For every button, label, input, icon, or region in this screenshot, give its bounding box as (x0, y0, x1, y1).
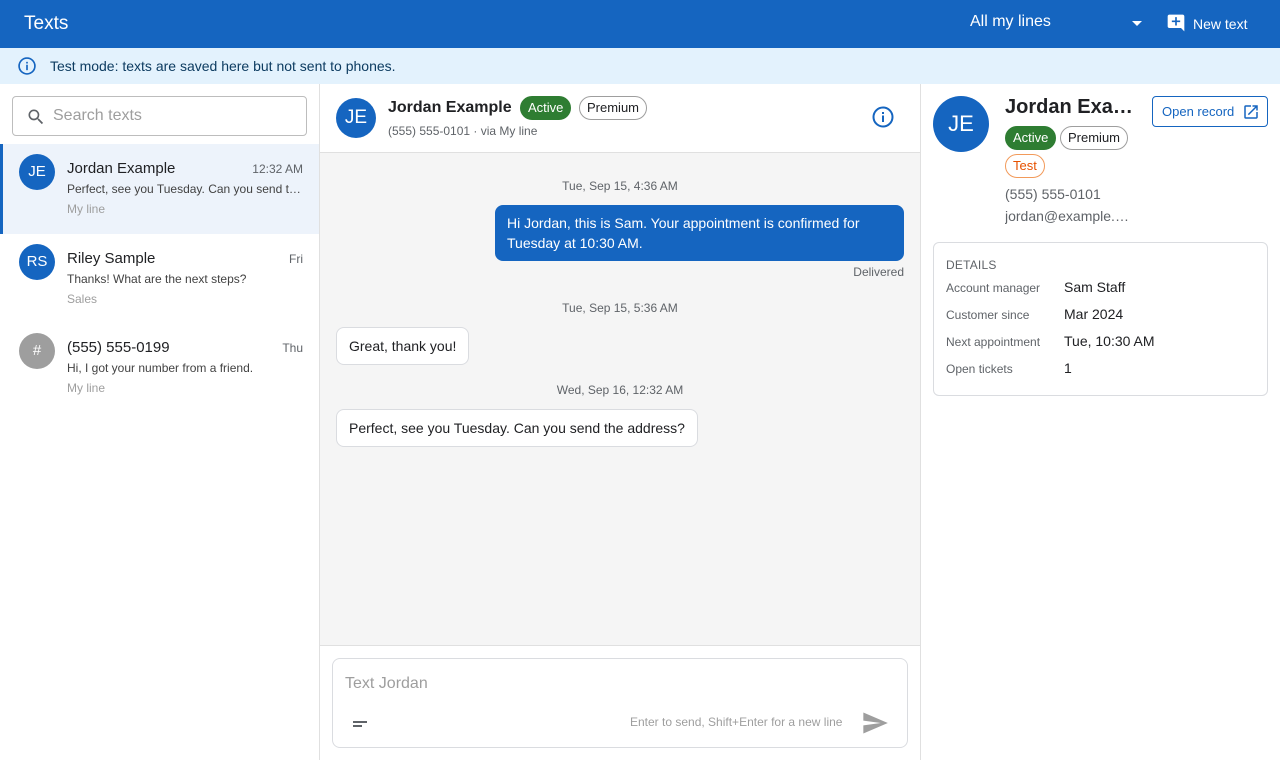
conversation-line: My line (67, 202, 106, 216)
info-icon (18, 57, 36, 75)
conversation-line: Sales (67, 292, 98, 306)
conversation-item-unknown-number[interactable]: # (555) 555-0199 Thu Hi, I got your numb… (0, 323, 319, 413)
message-incoming: Great, thank you! (336, 327, 470, 365)
composer-hint: Enter to send, Shift+Enter for a new lin… (630, 715, 843, 729)
date-separator: Wed, Sep 16, 12:32 AM (556, 383, 684, 397)
send-icon[interactable] (861, 709, 889, 737)
avatar: RS (19, 244, 55, 280)
search-box (12, 96, 307, 136)
delivery-status: Delivered (853, 265, 904, 279)
line-selector-value: All my lines (970, 13, 1051, 30)
avatar: JE (19, 154, 55, 190)
avatar: JE (336, 98, 376, 138)
short-text-icon[interactable] (349, 715, 371, 731)
conversation-name: (555) 555-0199 (67, 339, 170, 356)
contact-name: Jordan Example (1005, 96, 1137, 118)
info-icon[interactable] (871, 105, 895, 129)
detail-label: Customer since (946, 308, 1030, 322)
conversation-line: My line (67, 381, 106, 395)
conversation-name: Riley Sample (67, 250, 156, 267)
conversation-preview: Hi, I got your number from a friend. (67, 361, 254, 375)
conversation-time: Fri (289, 252, 303, 266)
details-heading: DETAILS (946, 258, 997, 272)
badge-test: Test (1005, 154, 1045, 178)
detail-value: Mar 2024 (1064, 306, 1124, 322)
conversation-preview: Perfect, see you Tuesday. Can you send t… (67, 182, 303, 196)
detail-value: Sam Staff (1064, 279, 1126, 295)
app-title: Texts (24, 13, 69, 34)
composer-area: Enter to send, Shift+Enter for a new lin… (320, 645, 920, 760)
avatar: # (19, 333, 55, 369)
conversation-item-jordan-example[interactable]: JE Jordan Example 12:32 AM Perfect, see … (0, 144, 319, 234)
detail-label: Next appointment (946, 335, 1041, 349)
status-badge-active: Active (1005, 126, 1057, 150)
conversation-time: 12:32 AM (252, 162, 303, 176)
badge-premium: Premium (579, 96, 648, 120)
date-separator: Tue, Sep 15, 4:36 AM (562, 179, 678, 193)
message-input[interactable] (345, 671, 885, 697)
line-selector[interactable]: All my lines (954, 0, 1150, 48)
conversation-item-riley-sample[interactable]: RS Riley Sample Fri Thanks! What are the… (0, 234, 319, 324)
banner-message: Test mode: texts are saved here but not … (50, 58, 396, 74)
conversation-preview: Thanks! What are the next steps? (67, 272, 247, 286)
contact-panel: JE Jordan Example Open record Active Pre… (921, 84, 1280, 760)
detail-label: Open tickets (946, 362, 1013, 376)
app-bar: Texts All my lines New text (0, 0, 1280, 48)
open-in-new-icon (1244, 105, 1258, 119)
chat-contact-name: Jordan Example (388, 99, 512, 116)
detail-value: 1 (1064, 360, 1072, 376)
contact-phone: (555) 555-0101 (1005, 186, 1101, 202)
conversation-name: Jordan Example (67, 160, 176, 177)
test-mode-banner: Test mode: texts are saved here but not … (0, 48, 1280, 84)
date-separator: Tue, Sep 15, 5:36 AM (562, 301, 678, 315)
search-icon (28, 109, 44, 125)
contact-email: jordan@example.com (1005, 208, 1133, 224)
status-badge-active: Active (520, 96, 572, 120)
conversation-time: Thu (282, 341, 303, 355)
details-card: DETAILS Account manager Sam Staff Custom… (933, 242, 1268, 396)
new-text-label: New text (1193, 16, 1248, 32)
chat-header: JE Jordan Example Active Premium (555) 5… (320, 84, 920, 153)
message-incoming: Perfect, see you Tuesday. Can you send t… (336, 409, 698, 447)
chat-subtitle: (555) 555-0101 · via My line (388, 124, 538, 138)
search-input[interactable] (53, 98, 301, 134)
composer: Enter to send, Shift+Enter for a new lin… (332, 658, 908, 748)
new-text-button[interactable]: New text (1158, 6, 1262, 42)
avatar: JE (933, 96, 989, 152)
message-outgoing: Hi Jordan, this is Sam. Your appointment… (495, 205, 904, 261)
open-record-button[interactable]: Open record (1152, 96, 1268, 127)
conversation-list-panel: JE Jordan Example 12:32 AM Perfect, see … (0, 84, 320, 760)
new-message-icon (1167, 14, 1185, 32)
chat-panel: JE Jordan Example Active Premium (555) 5… (320, 84, 921, 760)
dropdown-caret-icon (1132, 21, 1142, 26)
detail-label: Account manager (946, 281, 1041, 295)
open-record-label: Open record (1162, 104, 1235, 119)
badge-premium: Premium (1060, 126, 1129, 150)
detail-value: Tue, 10:30 AM (1064, 333, 1155, 349)
